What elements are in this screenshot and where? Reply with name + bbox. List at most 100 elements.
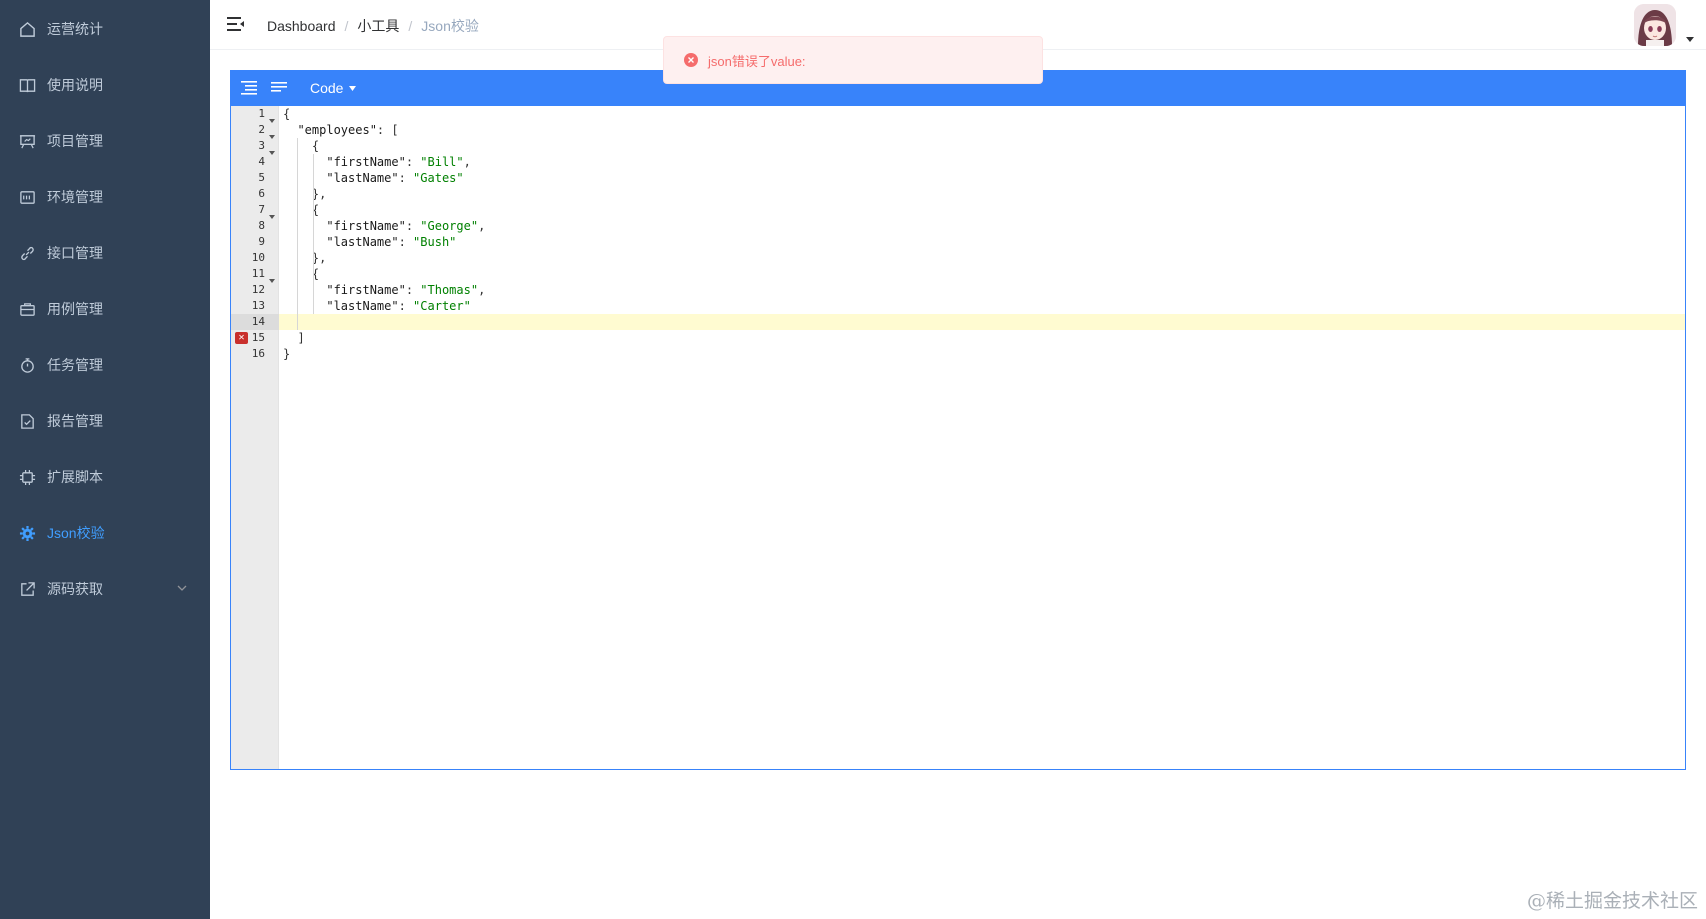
sidebar-item-label: 扩展脚本 (47, 469, 103, 485)
fold-arrow-icon[interactable] (269, 128, 275, 139)
line-number: 2 (231, 122, 279, 139)
book-icon (18, 76, 36, 94)
error-marker-icon[interactable]: ✕ (235, 332, 248, 344)
sidebar-item-label: Json校验 (47, 525, 105, 541)
code-token: , (478, 219, 486, 233)
watermark: @稀土掘金技术社区 (1526, 890, 1698, 912)
line-number: 6 (231, 186, 279, 202)
breadcrumb-item-tools[interactable]: 小工具 (357, 16, 399, 36)
code-token: : [ (376, 123, 399, 137)
code-line: }, (279, 250, 1685, 266)
json-editor[interactable]: Code 1 2 3 4 5 6 7 8 9 10 11 12 13 14 15 ✕ 16 { "employe… (230, 70, 1686, 770)
sidebar-item-label: 运营统计 (47, 21, 103, 37)
code-line: ] (279, 330, 1685, 346)
sidebar-item-3[interactable]: 项目管理 (0, 113, 210, 169)
avatar[interactable] (1634, 4, 1676, 46)
gear-icon (18, 524, 36, 542)
code-line: "lastName": "Gates" (279, 170, 1685, 186)
breadcrumb-item-dashboard[interactable]: Dashboard (267, 18, 336, 34)
sidebar-item-6[interactable]: 用例管理 (0, 281, 210, 337)
mode-label: Code (310, 80, 344, 96)
line-number-gutter: 1 2 3 4 5 6 7 8 9 10 11 12 13 14 15 ✕ 16 (231, 106, 279, 769)
line-number: 7 (231, 202, 279, 219)
code-token: }, (283, 251, 327, 265)
link-icon (18, 244, 36, 262)
line-number-text: 7 (258, 203, 265, 216)
error-circle-icon (684, 53, 698, 67)
sidebar-item-4[interactable]: 环境管理 (0, 169, 210, 225)
sidebar-item-11[interactable]: 源码获取 (0, 561, 210, 617)
line-number-text: 12 (251, 283, 265, 296)
breadcrumb-item-current: Json校验 (421, 18, 479, 34)
code-token: "lastName" (283, 235, 399, 249)
line-number-text: 10 (251, 251, 265, 264)
sidebar-item-2[interactable]: 使用说明 (0, 57, 210, 113)
error-message-toast: json错误了value: (663, 36, 1043, 84)
code-token: : (405, 283, 421, 297)
line-number: 9 (231, 234, 279, 250)
sidebar-item-8[interactable]: 报告管理 (0, 393, 210, 449)
sidebar-item-10[interactable]: Json校验 (0, 505, 210, 561)
line-number-text: 4 (258, 155, 265, 168)
code-token: , (463, 155, 471, 169)
compact-json-button[interactable] (268, 78, 290, 98)
sidebar-item-5[interactable]: 接口管理 (0, 225, 210, 281)
code-line: { (279, 138, 1685, 154)
code-token: : (398, 235, 414, 249)
app-root: 运营统计使用说明 项目管理环境管理接口管理用例管理任务管理报告管理扩展脚本 Json… (0, 0, 1706, 919)
fold-arrow-icon[interactable] (269, 144, 275, 155)
line-number-text: 14 (251, 315, 265, 328)
line-number-text: 13 (251, 299, 265, 312)
document-check-icon (18, 412, 36, 430)
sidebar-item-label: 报告管理 (47, 413, 103, 429)
line-number: 5 (231, 170, 279, 186)
cpu-icon (18, 468, 36, 486)
code-token: "lastName" (283, 171, 399, 185)
format-json-button[interactable] (238, 78, 260, 98)
line-number: 4 (231, 154, 279, 170)
code-token: : (398, 171, 414, 185)
sidebar-item-label: 任务管理 (47, 357, 103, 373)
sidebar-item-1[interactable]: 运营统计 (0, 1, 210, 57)
code-text-area[interactable]: { "employees": [ { "firstName": "Bill", … (279, 106, 1685, 769)
sidebar-item-7[interactable]: 任务管理 (0, 337, 210, 393)
code-token: }, (283, 187, 327, 201)
code-token: "lastName" (283, 299, 399, 313)
fold-arrow-icon[interactable] (269, 272, 275, 283)
error-message-text: json错误了value: (708, 53, 806, 69)
line-number-text: 2 (258, 123, 265, 136)
line-number-text: 9 (258, 235, 265, 248)
line-number: 3 (231, 138, 279, 155)
sidebar-item-label: 环境管理 (47, 189, 103, 205)
presentation-icon (18, 132, 36, 150)
breadcrumb-separator: / (344, 18, 349, 34)
line-number: 14 (231, 314, 279, 330)
code-line (279, 314, 1685, 330)
chevron-down-icon[interactable] (176, 581, 188, 593)
line-number: 13 (231, 298, 279, 314)
code-line: { (279, 266, 1685, 282)
sidebar-item-9[interactable]: 扩展脚本 (0, 449, 210, 505)
sidebar-item-label: 接口管理 (47, 245, 103, 261)
briefcase-icon (18, 300, 36, 318)
code-line: "firstName": "George", (279, 218, 1685, 234)
external-link-icon (18, 580, 36, 598)
mode-switch-dropdown[interactable]: Code (310, 80, 357, 96)
code-line: "firstName": "Bill", (279, 154, 1685, 170)
code-token: "employees" (283, 123, 377, 137)
indent-guide (297, 138, 298, 330)
breadcrumb: Dashboard / 小工具 / Json校验 (267, 16, 479, 36)
code-token: : (398, 299, 414, 313)
sidebar-item-label: 用例管理 (47, 301, 103, 317)
code-line: { (279, 106, 1685, 122)
code-token: "Carter" (413, 299, 471, 313)
line-number: 10 (231, 250, 279, 266)
code-token: , (478, 283, 486, 297)
caret-down-icon (349, 85, 357, 91)
fold-arrow-icon[interactable] (269, 208, 275, 219)
fold-arrow-icon[interactable] (269, 112, 275, 123)
caret-down-icon[interactable] (1686, 30, 1694, 42)
code-line: } (279, 346, 1685, 362)
hamburger-icon[interactable] (226, 14, 246, 34)
code-token: "firstName" (283, 283, 406, 297)
